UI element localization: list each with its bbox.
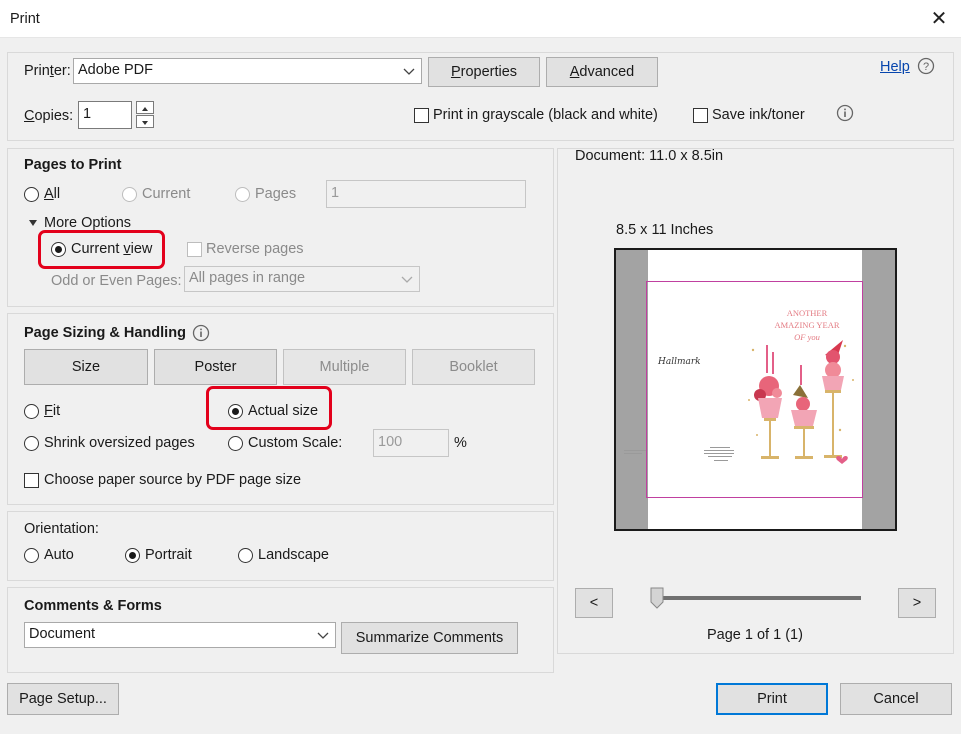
actual-size-label: Actual size	[248, 403, 319, 419]
shrink-label: Shrink oversized pages	[44, 435, 195, 451]
advanced-button[interactable]: Advanced	[546, 57, 658, 87]
orientation-auto-radio[interactable]	[24, 548, 39, 563]
page-sizing-heading: Page Sizing & Handling	[24, 325, 186, 341]
orientation-landscape-label: Landscape	[258, 547, 329, 563]
printer-label: Printer:	[24, 63, 71, 79]
tab-multiple[interactable]: Multiple	[283, 349, 406, 385]
chevron-up-icon	[142, 107, 148, 111]
close-icon[interactable]: ✕	[926, 6, 952, 32]
comments-select-value: Document	[29, 626, 96, 642]
grayscale-label: Print in grayscale (black and white)	[433, 107, 658, 123]
current-page-radio[interactable]	[122, 187, 137, 202]
chevron-down-icon	[403, 68, 415, 75]
reverse-pages-label: Reverse pages	[206, 241, 304, 257]
custom-scale-radio[interactable]	[228, 436, 243, 451]
page-setup-button[interactable]: Page Setup...	[7, 683, 119, 715]
card-text-line1: ANOTHER	[786, 308, 828, 318]
prev-page-button[interactable]: <	[575, 588, 613, 618]
comments-heading: Comments & Forms	[24, 598, 162, 614]
percent-label: %	[454, 435, 467, 451]
custom-scale-label: Custom Scale:	[248, 435, 343, 451]
hallmark-logo: Hallmark	[658, 357, 701, 367]
odd-even-select-value: All pages in range	[189, 270, 306, 286]
shrink-radio[interactable]	[24, 436, 39, 451]
printer-select-value: Adobe PDF	[78, 62, 153, 78]
chevron-down-icon	[401, 276, 413, 283]
orientation-landscape-radio[interactable]	[238, 548, 253, 563]
reverse-pages-checkbox[interactable]	[187, 242, 202, 257]
copies-input[interactable]: 1	[78, 101, 132, 129]
title-bar	[0, 0, 961, 38]
window-title: Print	[10, 11, 40, 27]
current-page-label: Current	[142, 186, 191, 202]
copies-increment[interactable]	[136, 101, 154, 114]
help-question-icon[interactable]: ?	[917, 57, 935, 75]
orientation-portrait-radio[interactable]	[125, 548, 140, 563]
copies-label: Copies:	[24, 108, 74, 124]
custom-scale-input[interactable]: 100	[373, 429, 449, 457]
triangle-down-icon[interactable]	[28, 218, 38, 228]
save-ink-label: Save ink/toner	[712, 107, 805, 123]
pages-range-input[interactable]: 1	[326, 180, 526, 208]
chevron-down-icon	[142, 121, 148, 125]
fit-label: Fit	[44, 403, 61, 419]
page-slider-track	[660, 596, 861, 600]
odd-even-select[interactable]: All pages in range	[184, 266, 420, 292]
summarize-comments-button[interactable]: Summarize Comments	[341, 622, 518, 654]
odd-even-label: Odd or Even Pages:	[51, 273, 182, 289]
pages-range-label: Pages	[255, 186, 297, 202]
fit-radio[interactable]	[24, 404, 39, 419]
save-ink-checkbox[interactable]	[693, 108, 708, 123]
cancel-button[interactable]: Cancel	[840, 683, 952, 715]
tab-poster[interactable]: Poster	[154, 349, 277, 385]
all-pages-label: All	[44, 186, 61, 202]
print-button[interactable]: Print	[716, 683, 828, 715]
page-slider-thumb[interactable]	[650, 587, 664, 609]
pages-range-radio[interactable]	[235, 187, 250, 202]
orientation-portrait-label: Portrait	[145, 547, 192, 563]
tab-booklet[interactable]: Booklet	[412, 349, 535, 385]
current-view-radio[interactable]	[51, 242, 66, 257]
copies-decrement[interactable]	[136, 115, 154, 128]
orientation-heading: Orientation:	[24, 521, 99, 537]
grayscale-checkbox[interactable]	[414, 108, 429, 123]
info-icon[interactable]	[836, 104, 854, 122]
next-page-button[interactable]: >	[898, 588, 936, 618]
card-text-line2: AMAZING YEAR	[774, 320, 840, 330]
pages-to-print-heading: Pages to Print	[24, 157, 122, 173]
paper-source-label: Choose paper source by PDF page size	[44, 472, 302, 488]
page-indicator: Page 1 of 1 (1)	[707, 627, 803, 643]
tab-size[interactable]: Size	[24, 349, 148, 385]
info-icon[interactable]	[192, 324, 210, 342]
paper-source-checkbox[interactable]	[24, 473, 39, 488]
svg-text:?: ?	[923, 61, 929, 73]
printer-select[interactable]: Adobe PDF	[73, 58, 422, 84]
card-fine-print	[624, 447, 734, 461]
chevron-down-icon	[317, 632, 329, 639]
card-text: ANOTHER AMAZING YEAR OF you	[762, 307, 852, 343]
properties-button[interactable]: Properties	[428, 57, 540, 87]
comments-select[interactable]: Document	[24, 622, 336, 648]
orientation-auto-label: Auto	[44, 547, 74, 563]
actual-size-radio[interactable]	[228, 404, 243, 419]
current-view-label: Current view	[71, 241, 153, 257]
cupcake-illustration	[748, 340, 854, 464]
more-options-toggle[interactable]: More Options	[44, 215, 131, 231]
help-link[interactable]: Help	[880, 59, 910, 75]
document-size: Document: 11.0 x 8.5in	[575, 148, 724, 164]
all-pages-radio[interactable]	[24, 187, 39, 202]
paper-size: 8.5 x 11 Inches	[616, 222, 714, 238]
